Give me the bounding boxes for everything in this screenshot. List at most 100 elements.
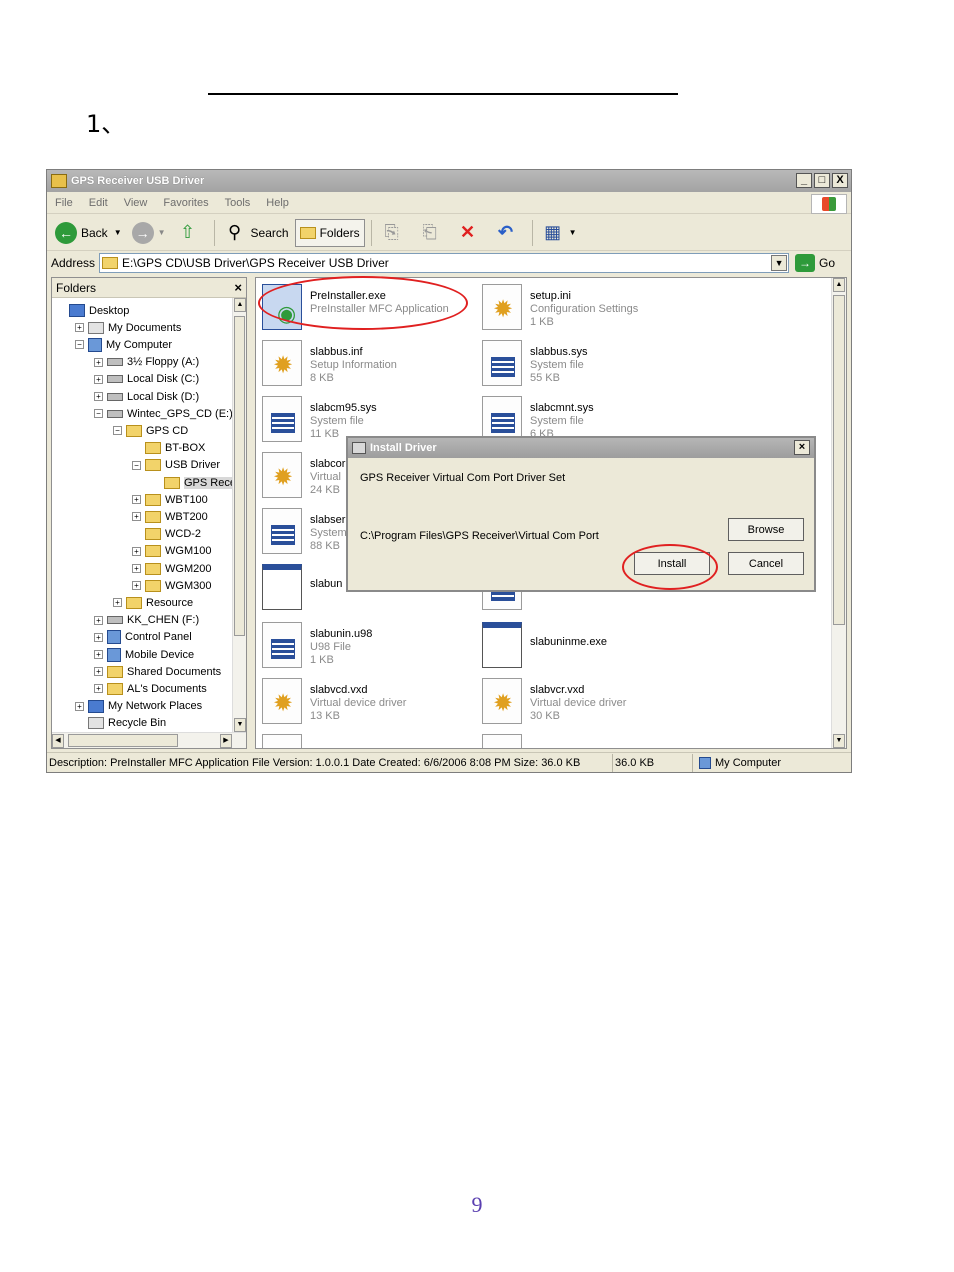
- collapse-icon[interactable]: −: [75, 340, 84, 350]
- menu-favorites[interactable]: Favorites: [163, 197, 208, 209]
- maximize-button[interactable]: □: [814, 173, 830, 188]
- folders-pane-close-icon[interactable]: ×: [234, 280, 242, 295]
- dialog-close-button[interactable]: ×: [794, 440, 810, 455]
- menu-file[interactable]: File: [55, 197, 73, 209]
- tree-item[interactable]: + Mobile Device: [94, 646, 194, 663]
- folder-tree-horizontal-scrollbar[interactable]: ◀ ▶: [52, 732, 246, 748]
- tree-item[interactable]: + Control Panel: [94, 629, 192, 646]
- collapse-icon[interactable]: −: [94, 409, 103, 419]
- address-input[interactable]: E:\GPS CD\USB Driver\GPS Receiver USB Dr…: [99, 253, 790, 273]
- expand-icon[interactable]: +: [113, 598, 122, 608]
- tree-item[interactable]: + KK_CHEN (F:): [94, 612, 199, 629]
- scroll-thumb[interactable]: [833, 295, 845, 625]
- tree-item[interactable]: WCD-2: [132, 526, 201, 543]
- file-item[interactable]: setup.iniConfiguration Settings1 KB: [482, 284, 638, 330]
- tree-item[interactable]: − My Computer: [75, 336, 172, 353]
- expand-icon[interactable]: +: [94, 650, 103, 659]
- cancel-button[interactable]: Cancel: [728, 552, 804, 575]
- delete-button[interactable]: ✕: [452, 219, 488, 247]
- tree-item[interactable]: Recycle Bin: [75, 715, 166, 732]
- file-item[interactable]: slabuninme.exe: [482, 622, 607, 668]
- up-folder-button[interactable]: ⇧: [172, 219, 208, 247]
- tree-item[interactable]: + WBT100: [132, 491, 208, 508]
- expand-icon[interactable]: +: [132, 564, 141, 573]
- scroll-up-icon[interactable]: ▲: [833, 278, 845, 292]
- scroll-down-icon[interactable]: ▼: [234, 718, 246, 732]
- address-dropdown-icon[interactable]: ▼: [771, 255, 788, 271]
- tree-item[interactable]: +3½ Floppy (A:): [94, 354, 199, 371]
- file-item[interactable]: PreInstaller.exePreInstaller MFC Applica…: [262, 284, 449, 330]
- floppy-icon: [107, 358, 123, 367]
- expand-icon[interactable]: +: [94, 667, 103, 677]
- file-item[interactable]: slabvcd.vxdVirtual device driver13 KB: [262, 678, 406, 724]
- install-button[interactable]: Install: [634, 552, 710, 575]
- file-item[interactable]: slabvcr.vxdVirtual device driver30 KB: [482, 678, 626, 724]
- tree-item[interactable]: − USB Driver: [132, 457, 220, 474]
- dialog-titlebar[interactable]: Install Driver ×: [348, 438, 814, 458]
- expand-icon[interactable]: +: [94, 357, 103, 367]
- expand-icon[interactable]: +: [94, 374, 103, 384]
- menu-view[interactable]: View: [124, 197, 148, 209]
- file-list-vertical-scrollbar[interactable]: ▲ ▼: [831, 278, 846, 748]
- folders-button[interactable]: Folders: [294, 218, 365, 247]
- expand-icon[interactable]: +: [132, 512, 141, 522]
- tree-item[interactable]: + AL's Documents: [94, 680, 207, 697]
- menu-help[interactable]: Help: [266, 197, 289, 209]
- expand-icon[interactable]: +: [75, 323, 84, 333]
- forward-button[interactable]: → ▼: [128, 219, 170, 247]
- expand-icon[interactable]: +: [132, 495, 141, 505]
- folder-tree-vertical-scrollbar[interactable]: ▲ ▼: [232, 298, 246, 732]
- tree-item[interactable]: + Resource: [113, 594, 193, 611]
- go-button[interactable]: → Go: [795, 254, 835, 272]
- collapse-icon[interactable]: −: [113, 426, 122, 436]
- file-item[interactable]: slabunin.u98 U98 File 1 KB: [262, 622, 372, 668]
- back-button[interactable]: ← Back ▼: [51, 219, 126, 247]
- tree-item[interactable]: + Shared Documents: [94, 663, 221, 680]
- tree-item[interactable]: + WGM100: [132, 543, 211, 560]
- tree-item[interactable]: + WBT200: [132, 508, 208, 525]
- tree-item[interactable]: + My Documents: [75, 319, 181, 336]
- expand-icon[interactable]: +: [94, 684, 103, 694]
- browse-button[interactable]: Browse: [728, 518, 804, 541]
- expand-icon[interactable]: +: [94, 615, 103, 625]
- scroll-down-icon[interactable]: ▼: [833, 734, 845, 748]
- tree-item[interactable]: + My Network Places: [75, 698, 202, 715]
- file-item[interactable]: slabvxd.inf: [262, 734, 362, 748]
- scroll-up-icon[interactable]: ▲: [234, 298, 246, 312]
- expand-icon[interactable]: +: [132, 546, 141, 556]
- expand-icon[interactable]: +: [132, 581, 141, 591]
- file-item[interactable]: slabser System 88 KB: [262, 508, 347, 554]
- expand-icon[interactable]: +: [94, 632, 103, 642]
- tree-item[interactable]: + Local Disk (C:): [94, 371, 199, 388]
- tree-item[interactable]: + WGM300: [132, 577, 211, 594]
- tree-item[interactable]: Desktop: [56, 302, 129, 319]
- window-titlebar[interactable]: GPS Receiver USB Driver _ □ X: [47, 170, 851, 192]
- file-item[interactable]: slabw2k.inf: [482, 734, 584, 748]
- tree-item[interactable]: + Local Disk (D:): [94, 388, 199, 405]
- menu-tools[interactable]: Tools: [225, 197, 251, 209]
- tree-item[interactable]: BT-BOX: [132, 440, 205, 457]
- file-item[interactable]: slabun: [262, 564, 342, 610]
- scroll-right-icon[interactable]: ▶: [220, 734, 232, 748]
- collapse-icon[interactable]: −: [132, 460, 141, 470]
- move-to-button[interactable]: ⎘: [376, 219, 412, 247]
- file-item[interactable]: slabcorVirtual24 KB: [262, 452, 345, 498]
- tree-item[interactable]: − GPS CD: [113, 422, 188, 439]
- copy-to-button[interactable]: ⎗: [414, 219, 450, 247]
- undo-button[interactable]: ↶: [490, 219, 526, 247]
- tree-item[interactable]: GPS Receiver: [151, 474, 232, 491]
- search-button[interactable]: ⚲ Search: [219, 219, 293, 247]
- expand-icon[interactable]: +: [94, 392, 103, 401]
- scroll-thumb[interactable]: [68, 734, 178, 747]
- file-item[interactable]: slabbus.infSetup Information8 KB: [262, 340, 397, 386]
- views-button[interactable]: ▦ ▼: [537, 219, 581, 247]
- scroll-thumb[interactable]: [234, 316, 245, 636]
- tree-item[interactable]: + WGM200: [132, 560, 211, 577]
- menu-edit[interactable]: Edit: [89, 197, 108, 209]
- tree-item[interactable]: − Wintec_GPS_CD (E:): [94, 405, 232, 422]
- expand-icon[interactable]: +: [75, 701, 84, 711]
- file-item[interactable]: slabbus.sys System file 55 KB: [482, 340, 587, 386]
- minimize-button[interactable]: _: [796, 173, 812, 188]
- scroll-left-icon[interactable]: ◀: [52, 734, 64, 748]
- close-button[interactable]: X: [832, 173, 848, 188]
